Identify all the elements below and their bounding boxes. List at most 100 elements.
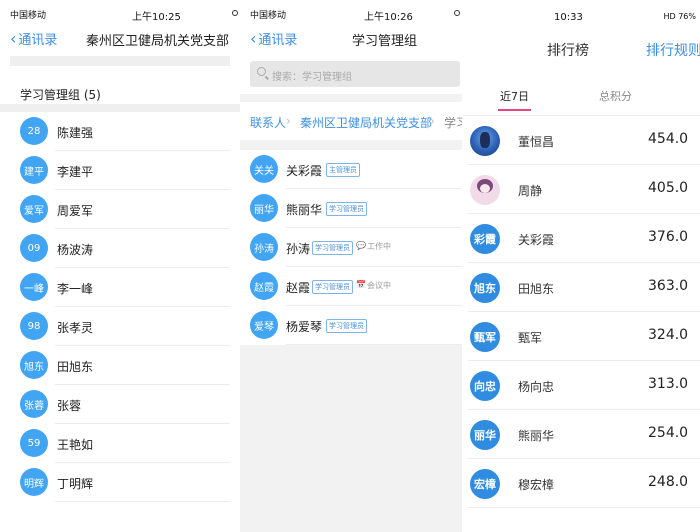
list-item[interactable]: 旭东 田旭东 — [0, 346, 240, 385]
nav-bar: 排行榜 排行规则 — [462, 34, 700, 72]
chevron-right-icon: › — [286, 114, 291, 128]
avatar: 建平 — [20, 156, 48, 184]
role-badge: 学习管理员 — [312, 280, 353, 294]
ranking-list: 董恒昌 454.0 周静 405.0 彩霞 关彩霞 376.0 旭东 田旭东 3… — [462, 116, 700, 508]
list-item[interactable]: 28 陈建强 — [0, 112, 240, 151]
avatar: 28 — [20, 117, 48, 145]
ranking-row[interactable]: 宏樟 穆宏樟 248.0 — [462, 459, 700, 508]
group-header[interactable]: 学习管理组 (5) — [0, 66, 240, 112]
ranking-row[interactable]: 向忠 杨向忠 313.0 — [462, 361, 700, 410]
member-name: 杨向忠 — [518, 380, 555, 394]
list-item[interactable]: 赵霞 赵霞 学习管理员 📅 会议中 — [240, 267, 462, 306]
avatar: 旭东 — [470, 273, 500, 303]
member-name: 王艳如 — [57, 438, 94, 452]
back-button[interactable]: ‹ 通讯录 — [250, 29, 297, 48]
search-input[interactable]: 搜索：学习管理组 — [250, 61, 460, 87]
avatar: 旭东 — [20, 351, 48, 379]
ranking-row[interactable]: 丽华 熊丽华 254.0 — [462, 410, 700, 459]
avatar: 丽华 — [470, 420, 500, 450]
list-item[interactable]: 关关 关彩霞 主管理员 — [240, 150, 462, 189]
avatar: 向忠 — [470, 371, 500, 401]
avatar: 爱琴 — [250, 311, 278, 339]
ranking-row[interactable]: 董恒昌 454.0 — [462, 116, 700, 165]
member-name: 李一峰 — [57, 282, 94, 296]
member-name: 关彩霞 — [286, 164, 323, 178]
member-list: 28 陈建强 建平 李建平 爱军 周爱军 09 杨波涛 一峰 李一峰 98 张孝灵 旭东 田旭… — [0, 112, 240, 502]
carrier-label: 中国移动 — [10, 11, 47, 21]
score: 324.0 — [648, 327, 689, 343]
list-item[interactable]: 张蓉 张蓉 — [0, 385, 240, 424]
avatar: 宏樟 — [470, 469, 500, 499]
back-label: 通讯录 — [258, 33, 298, 48]
page-title: 学习管理组 — [352, 34, 418, 49]
member-name: 周静 — [518, 184, 543, 198]
score: 376.0 — [648, 229, 689, 245]
list-item[interactable]: 孙涛 孙涛 学习管理员 💬 工作中 — [240, 228, 462, 267]
list-item[interactable]: 建平 李建平 — [0, 151, 240, 190]
status-bar: 中国移动 上午10:26 — [240, 0, 462, 23]
list-item[interactable]: 98 张孝灵 — [0, 307, 240, 346]
ranking-row[interactable]: 旭东 田旭东 363.0 — [462, 263, 700, 312]
list-item[interactable]: 59 王艳如 — [0, 424, 240, 463]
avatar: 甄军 — [470, 322, 500, 352]
rules-button[interactable]: 排行规则 — [646, 40, 700, 60]
nav-bar: ‹ 通讯录 秦州区卫健局机关党支部 — [0, 22, 240, 56]
avatar: 59 — [20, 429, 48, 457]
role-badge: 学习管理员 — [312, 241, 353, 255]
tab-total-points[interactable]: 总积分 — [599, 88, 632, 104]
contacts-screen: 中国移动 上午10:25 ‹ 通讯录 秦州区卫健局机关党支部 学习管理组 (5)… — [0, 0, 240, 532]
breadcrumb-item[interactable]: 秦州区卫健局机关党支部 — [300, 114, 432, 131]
member-name: 陈建强 — [57, 126, 94, 140]
chevron-right-icon: › — [430, 114, 435, 128]
ranking-row[interactable]: 甄军 甄军 324.0 — [462, 312, 700, 361]
member-name: 田旭东 — [57, 360, 94, 374]
divider — [10, 56, 230, 66]
list-item[interactable]: 09 杨波涛 — [0, 229, 240, 268]
ranking-row[interactable]: 彩霞 关彩霞 376.0 — [462, 214, 700, 263]
list-item[interactable]: 丽华 熊丽华 学习管理员 — [240, 189, 462, 228]
member-name: 熊丽华 — [518, 429, 555, 443]
role-badge: 学习管理员 — [326, 319, 367, 333]
score: 363.0 — [648, 278, 689, 294]
member-name: 董恒昌 — [518, 135, 555, 149]
score: 254.0 — [648, 425, 689, 441]
member-name: 张孝灵 — [57, 321, 94, 335]
page-title: 排行榜 — [547, 43, 589, 59]
list-item[interactable]: 爱军 周爱军 — [0, 190, 240, 229]
back-label: 通讯录 — [18, 33, 58, 48]
nav-bar: ‹ 通讯录 学习管理组 — [240, 22, 462, 56]
tab-7-days[interactable]: 近7日 — [498, 88, 531, 111]
status-text: 工作中 — [367, 242, 391, 251]
breadcrumb: 联系人 › 秦州区卫健局机关党支部 › 学习 — [240, 102, 462, 140]
status-time: 上午10:25 — [132, 12, 181, 23]
member-name: 李建平 — [57, 165, 94, 179]
member-name: 关彩霞 — [518, 233, 555, 247]
member-name: 穆宏樟 — [518, 478, 555, 492]
list-item[interactable]: 爱琴 杨爱琴 学习管理员 — [240, 306, 462, 345]
avatar: 一峰 — [20, 273, 48, 301]
avatar: 丽华 — [250, 194, 278, 222]
member-name: 张蓉 — [57, 399, 82, 413]
breadcrumb-item: 学习 — [444, 116, 462, 130]
member-name: 赵霞 — [286, 281, 311, 295]
role-badge: 主管理员 — [326, 163, 360, 177]
avatar: 09 — [20, 234, 48, 262]
member-name: 杨爱琴 — [286, 320, 323, 334]
member-name: 孙涛 — [286, 242, 311, 256]
chat-bubble-icon: 💬 — [356, 241, 366, 250]
tab-bar: 近7日 总积分 — [462, 72, 700, 116]
back-button[interactable]: ‹ 通讯录 — [10, 29, 57, 48]
avatar: 张蓉 — [20, 390, 48, 418]
member-name: 甄军 — [518, 331, 543, 345]
avatar: 孙涛 — [250, 233, 278, 261]
chevron-left-icon: ‹ — [250, 28, 257, 48]
avatar — [470, 175, 500, 205]
list-item[interactable]: 一峰 李一峰 — [0, 268, 240, 307]
list-item[interactable]: 明辉 丁明辉 — [0, 463, 240, 502]
status-indicators: HD 76% — [663, 12, 697, 21]
status-bar: 10:33 HD 76% — [462, 0, 700, 34]
page-title: 秦州区卫健局机关党支部 — [86, 34, 230, 49]
breadcrumb-item[interactable]: 联系人 — [250, 114, 286, 131]
ranking-row[interactable]: 周静 405.0 — [462, 165, 700, 214]
avatar: 98 — [20, 312, 48, 340]
